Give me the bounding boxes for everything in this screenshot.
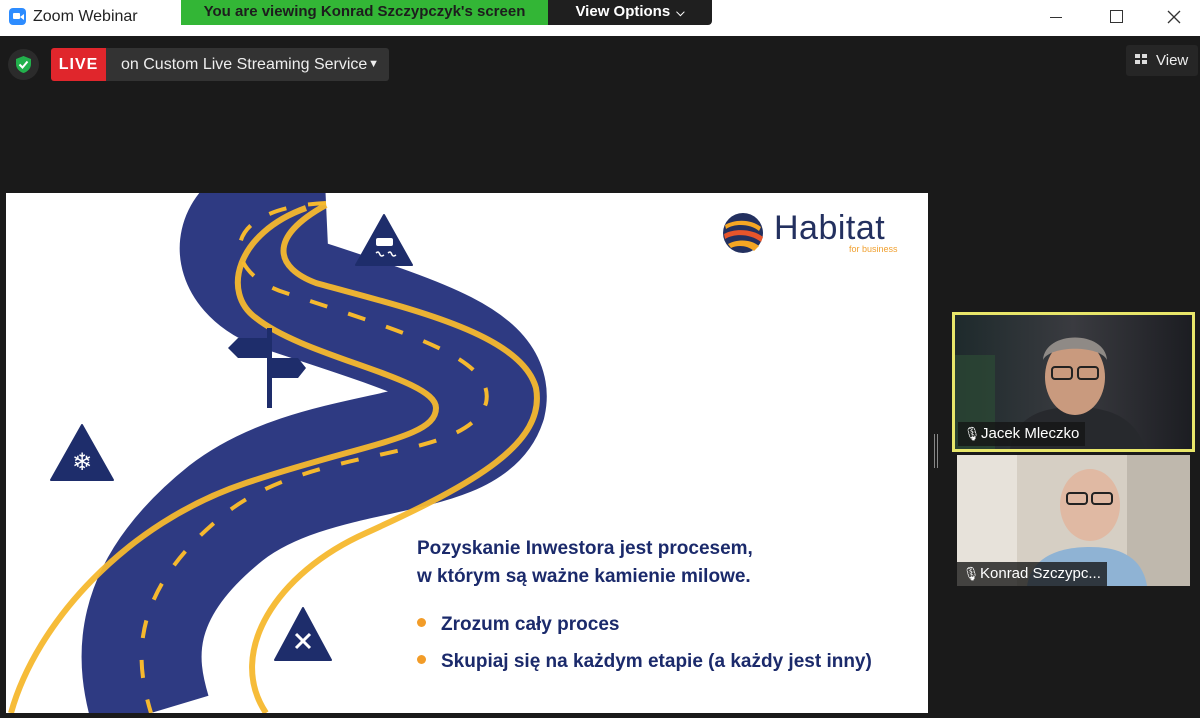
window-title: Zoom Webinar xyxy=(33,8,138,25)
logo-name: Habitat xyxy=(774,209,886,247)
habitat-logo-icon xyxy=(723,213,763,253)
slide-heading: Pozyskanie Inwestora jest procesem, w kt… xyxy=(417,535,753,591)
participant-name: Konrad Szczypc... xyxy=(980,565,1101,582)
slide-heading-line-2: w którym są ważne kamienie milowe. xyxy=(417,566,751,587)
live-streaming-label: on Custom Live Streaming Service xyxy=(121,56,368,73)
cross-warning-sign-icon xyxy=(274,607,332,661)
bullet-dot-icon xyxy=(417,618,426,628)
chevron-down-icon: ⌵ xyxy=(676,7,685,19)
participant-name-tag: 🎙Jacek Mleczko xyxy=(958,422,1086,446)
slippery-road-sign-icon xyxy=(355,214,413,266)
logo-subtitle: for business xyxy=(849,244,898,254)
bullet-text: Zrozum cały proces xyxy=(441,614,620,635)
bullet-dot-icon xyxy=(417,655,426,665)
live-badge[interactable]: LIVE xyxy=(51,48,106,81)
gallery-grid-icon xyxy=(1135,54,1148,66)
video-tile-active-speaker[interactable]: 🎙Jacek Mleczko xyxy=(952,312,1195,452)
viewing-banner: You are viewing Konrad Szczypczyk's scre… xyxy=(181,0,548,25)
participant-name-tag: 🎙Konrad Szczypc... xyxy=(957,562,1107,586)
mic-icon: 🎙 xyxy=(963,426,981,441)
snow-warning-sign-icon: ❄ xyxy=(50,424,114,481)
minimize-icon xyxy=(1050,17,1062,18)
bullet-item: Skupiaj się na każdym etapie (a każdy je… xyxy=(417,651,872,673)
video-tile[interactable]: 🎙Konrad Szczypc... xyxy=(957,455,1190,586)
panel-resize-handle[interactable] xyxy=(933,434,939,468)
mic-icon: 🎙 xyxy=(962,566,980,581)
title-bar: Zoom Webinar You are viewing Konrad Szcz… xyxy=(0,0,1200,36)
security-shield-button[interactable] xyxy=(8,49,39,80)
maximize-button[interactable] xyxy=(1093,0,1141,36)
minimize-button[interactable] xyxy=(1033,0,1081,36)
close-icon xyxy=(1167,10,1181,24)
view-options-label: View Options xyxy=(575,3,671,20)
zoom-app-icon xyxy=(9,8,26,25)
maximize-icon xyxy=(1110,10,1123,23)
participant-name: Jacek Mleczko xyxy=(981,425,1080,442)
shield-icon xyxy=(16,56,31,73)
close-button[interactable] xyxy=(1150,0,1198,36)
caret-down-icon: ▼ xyxy=(368,58,379,70)
shared-screen-slide: ❄ Habitat for business Pozyskanie Inwest… xyxy=(6,193,928,713)
live-streaming-dropdown[interactable]: on Custom Live Streaming Service ▼ xyxy=(106,48,389,81)
bullet-text: Skupiaj się na każdym etapie (a każdy je… xyxy=(441,651,872,672)
view-button[interactable]: View xyxy=(1126,45,1198,76)
view-label: View xyxy=(1156,52,1189,69)
bullet-item: Zrozum cały proces xyxy=(417,614,619,636)
svg-text:❄: ❄ xyxy=(72,448,92,476)
view-options-button[interactable]: View Options ⌵ xyxy=(548,0,712,25)
slide-heading-line-1: Pozyskanie Inwestora jest procesem, xyxy=(417,538,753,559)
